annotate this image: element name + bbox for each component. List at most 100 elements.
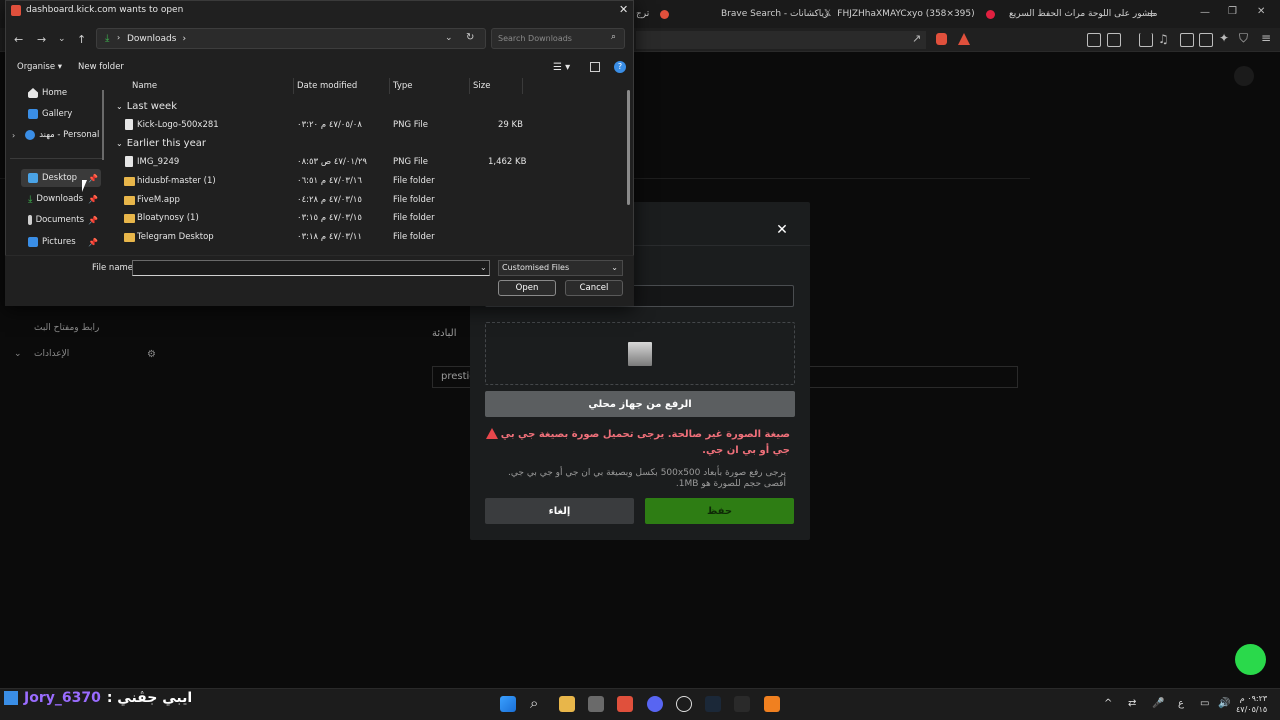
nav-item-documents[interactable]: Documents 📌 xyxy=(28,212,98,228)
nav-item-pictures[interactable]: Pictures 📌 xyxy=(28,234,98,250)
minimize-icon[interactable]: — xyxy=(1200,7,1210,18)
avatar[interactable] xyxy=(1234,66,1254,86)
downloads-icon[interactable] xyxy=(1139,33,1153,47)
organise-menu[interactable]: Organise ▾ xyxy=(17,62,62,72)
nav-pane-scrollbar[interactable] xyxy=(102,90,104,160)
new-folder-button[interactable]: New folder xyxy=(78,62,124,72)
sidebar-item-stream-key[interactable]: رابط ومفتاح البث xyxy=(34,323,99,333)
address-bar[interactable] xyxy=(636,31,926,49)
system-clock[interactable]: ٠٩:٢٣ م ٤٧/٠٥/١٥ xyxy=(1236,693,1267,715)
window-close-icon[interactable]: ✕ xyxy=(1257,6,1265,17)
column-name[interactable]: Name xyxy=(132,81,157,91)
nav-item-onedrive[interactable]: › مهند - Personal xyxy=(12,127,99,143)
preview-pane-icon[interactable] xyxy=(590,62,600,72)
sidebar-item-settings[interactable]: الإعدادات xyxy=(34,349,69,359)
refresh-icon[interactable]: ↻ xyxy=(466,32,474,43)
column-separator[interactable] xyxy=(522,78,523,94)
nav-item-label: Documents xyxy=(35,215,85,225)
brave-browser-icon[interactable] xyxy=(617,696,633,712)
pin-icon[interactable]: 📌 xyxy=(88,195,98,204)
file-name-input[interactable] xyxy=(132,260,490,276)
store-icon[interactable] xyxy=(588,696,604,712)
breadcrumb-chevron-icon: › xyxy=(117,33,121,42)
file-name: IMG_9249 xyxy=(137,157,180,167)
volume-icon[interactable]: 🔊 xyxy=(1218,698,1230,709)
dialog-close-icon[interactable]: ✕ xyxy=(619,3,628,16)
steam-icon[interactable] xyxy=(705,696,721,712)
nav-item-downloads[interactable]: ⤓ Downloads 📌 xyxy=(28,191,98,207)
nav-item-home[interactable]: Home xyxy=(28,85,67,101)
view-options-icon[interactable]: ☰ ▾ xyxy=(553,62,570,73)
tab-pinterest[interactable]: منشور على اللوحة مراث الحفظ السريع xyxy=(986,4,1157,24)
tab-image[interactable]: 𝕏 FHJZHhaXMAYCxyo (358×395) xyxy=(824,4,975,24)
tab-brave-search[interactable]: Brave Search - رياكشانات xyxy=(660,4,828,24)
restore-icon[interactable]: ❐ xyxy=(1228,6,1237,17)
chatgpt-icon[interactable] xyxy=(676,696,692,712)
recent-locations-icon[interactable]: ⌄ xyxy=(58,34,66,44)
app-icon[interactable] xyxy=(734,696,750,712)
discord-icon[interactable] xyxy=(647,696,663,712)
dialog-address-bar[interactable]: ⤓ › Downloads › xyxy=(96,28,486,49)
forward-icon[interactable]: → xyxy=(37,33,46,46)
menu-icon[interactable]: ≡ xyxy=(1261,31,1271,45)
file-name-dropdown-icon[interactable]: ⌄ xyxy=(480,263,487,272)
folder-icon xyxy=(124,177,135,186)
new-tab-icon[interactable]: + xyxy=(1147,7,1156,20)
up-icon[interactable]: ↑ xyxy=(77,33,86,46)
column-separator[interactable] xyxy=(389,78,390,94)
file-row[interactable]: Kick-Logo-500x281 ٤٧/٠٥/٠٨ م ٠٣:٢٠ PNG F… xyxy=(115,117,525,135)
folder-row[interactable]: Telegram Desktop ٤٧/٠٣/١١ م ٠٣:١٨ File f… xyxy=(115,229,525,247)
column-type[interactable]: Type xyxy=(393,81,413,91)
chat-support-button[interactable] xyxy=(1235,644,1266,675)
open-button[interactable]: Open xyxy=(498,280,556,296)
media-icon[interactable]: ♫ xyxy=(1158,32,1169,46)
app-icon[interactable] xyxy=(764,696,780,712)
tab-partial[interactable]: ترج xyxy=(636,4,649,24)
screenshot-icon[interactable] xyxy=(1107,33,1121,47)
prefix-label: البادئة xyxy=(432,328,457,339)
group-header-last-week[interactable]: ⌄ Last week xyxy=(116,101,177,112)
file-row[interactable]: IMG_9249 ٤٧/٠١/٢٩ ص ٠٨:٥٣ PNG File 1,462… xyxy=(115,154,526,172)
help-icon[interactable]: ? xyxy=(614,61,626,73)
language-indicator[interactable]: ع xyxy=(1178,698,1184,709)
sidebar-icon[interactable] xyxy=(1180,33,1194,47)
pin-icon[interactable]: 📌 xyxy=(88,174,98,183)
share-icon[interactable]: ↗ xyxy=(912,32,921,45)
file-explorer-icon[interactable] xyxy=(559,696,575,712)
nav-item-desktop[interactable]: Desktop 📌 xyxy=(28,170,98,186)
modal-save-button[interactable]: حفظ xyxy=(645,498,794,524)
microphone-icon[interactable]: 🎤 xyxy=(1152,698,1164,709)
group-header-earlier-this-year[interactable]: ⌄ Earlier this year xyxy=(116,138,206,149)
modal-close-icon[interactable]: ✕ xyxy=(775,222,789,238)
column-size[interactable]: Size xyxy=(473,81,490,91)
file-type-select[interactable]: Customised Files ⌄ xyxy=(498,260,623,276)
windows-start-icon[interactable] xyxy=(500,696,516,712)
dialog-cancel-button[interactable]: Cancel xyxy=(565,280,623,296)
extensions-icon[interactable] xyxy=(1087,33,1101,47)
column-separator[interactable] xyxy=(469,78,470,94)
nav-item-gallery[interactable]: Gallery xyxy=(28,106,72,122)
brave-shield-icon[interactable] xyxy=(936,33,947,45)
warning-icon xyxy=(486,428,498,439)
pin-icon[interactable]: 📌 xyxy=(88,238,98,247)
tray-overflow-icon[interactable]: ^ xyxy=(1104,698,1112,709)
sync-icon[interactable]: ⇄ xyxy=(1128,698,1136,709)
column-date-modified[interactable]: Date modified xyxy=(297,81,357,91)
network-icon[interactable]: ▭ xyxy=(1200,698,1209,709)
file-list-scrollbar[interactable] xyxy=(627,90,630,205)
folder-row[interactable]: hidusbf-master (1) ٤٧/٠٣/١٦ م ٠٦:٥١ File… xyxy=(115,173,525,191)
pin-icon[interactable]: 📌 xyxy=(88,216,98,225)
leo-icon[interactable]: ✦ xyxy=(1219,31,1229,45)
column-separator[interactable] xyxy=(293,78,294,94)
address-dropdown-icon[interactable]: ⌄ xyxy=(445,33,453,43)
vpn-icon[interactable]: ⛉ xyxy=(1239,31,1248,46)
wallet-icon[interactable] xyxy=(1199,33,1213,47)
folder-row[interactable]: Bloatynosy (1) ٤٧/٠٣/١٥ م ٠٣:١٥ File fol… xyxy=(115,210,525,228)
dialog-search-input[interactable]: Search Downloads ⌕ xyxy=(491,28,625,49)
folder-row[interactable]: FiveM.app ٤٧/٠٣/١٥ م ٠٤:٢٨ File folder xyxy=(115,192,525,210)
upload-from-device-button[interactable]: الرفع من جهاز محلي xyxy=(485,391,795,417)
back-icon[interactable]: ← xyxy=(14,33,23,46)
modal-cancel-button[interactable]: إلغاء xyxy=(485,498,634,524)
search-icon[interactable]: ⌕ xyxy=(530,694,538,712)
chevron-down-icon[interactable]: ⌄ xyxy=(14,349,22,359)
